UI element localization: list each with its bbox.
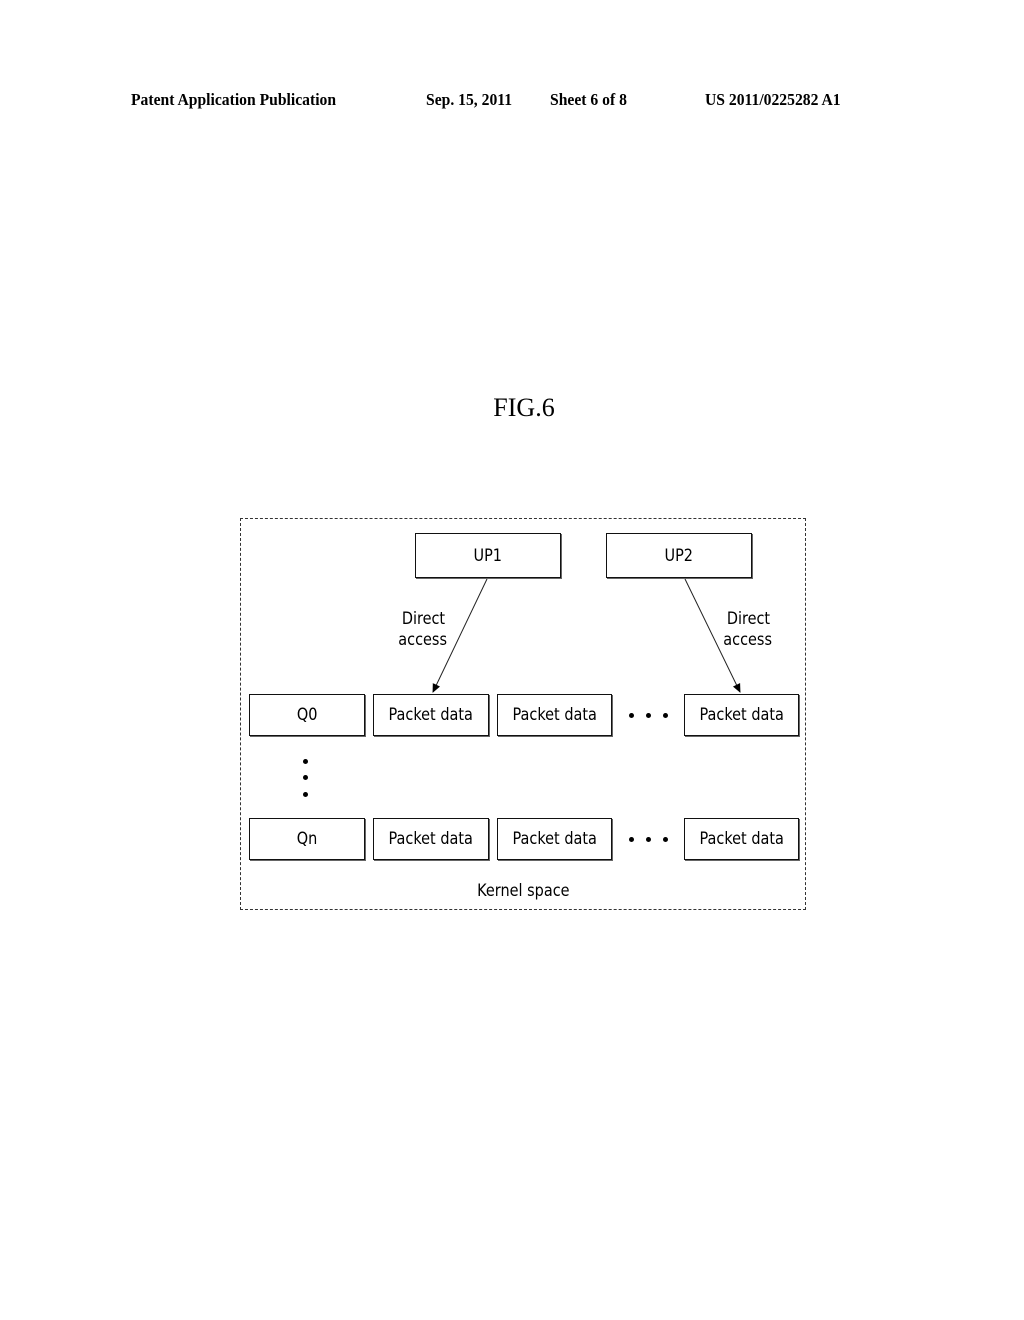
horizontal-ellipsis-dot [663, 837, 668, 842]
patent-number: US 2011/0225282 A1 [705, 90, 841, 109]
vertical-ellipsis-dot [303, 759, 308, 764]
horizontal-ellipsis-dot [663, 713, 668, 718]
queue-label: Qn [296, 829, 318, 849]
packet-data-box: Packet data [497, 694, 612, 736]
horizontal-ellipsis-dot [646, 837, 651, 842]
process-label: UP2 [664, 545, 694, 566]
direct-access-label-1: Direct access [398, 609, 448, 650]
sheet-number: Sheet 6 of 8 [550, 90, 627, 109]
packet-data-box: Packet data [684, 694, 799, 736]
horizontal-ellipsis-dot [629, 713, 634, 718]
vertical-ellipsis-dot [303, 792, 308, 797]
queue-box-q0: Q0 [249, 694, 365, 736]
publication-label: Patent Application Publication [131, 90, 337, 109]
packet-data-box: Packet data [684, 818, 799, 860]
queue-box-qn: Qn [249, 818, 365, 860]
packet-data-box: Packet data [497, 818, 612, 860]
horizontal-ellipsis-dot [629, 837, 634, 842]
packet-data-box: Packet data [373, 818, 489, 860]
process-box-up1: UP1 [415, 533, 561, 578]
horizontal-ellipsis-dot [646, 713, 651, 718]
publication-date: Sep. 15, 2011 [426, 90, 513, 109]
packet-data-box: Packet data [373, 694, 489, 736]
figure-title: FIG.6 [493, 393, 555, 422]
kernel-space-label: Kernel space [476, 881, 570, 901]
direct-access-label-2: Direct access [723, 609, 773, 650]
queue-label: Q0 [296, 705, 318, 725]
vertical-ellipsis-dot [303, 775, 308, 780]
process-box-up2: UP2 [606, 533, 752, 578]
process-label: UP1 [473, 545, 503, 566]
